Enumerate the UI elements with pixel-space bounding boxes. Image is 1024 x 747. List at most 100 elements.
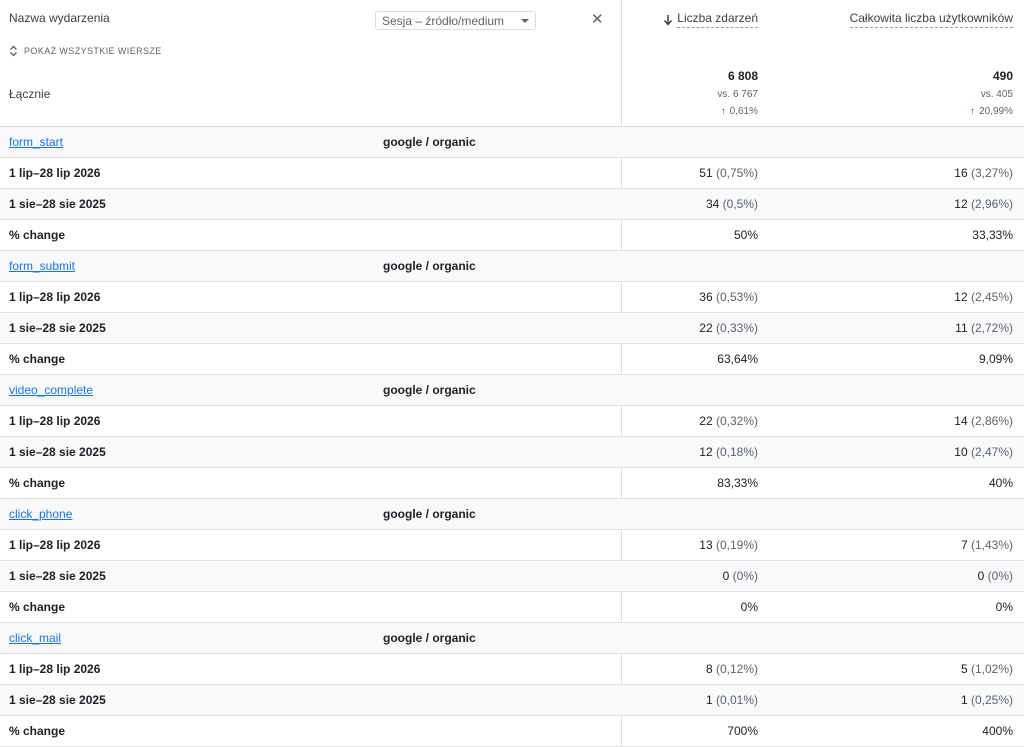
column-header-event-count[interactable]: Liczba zdarzeń [663,11,758,28]
date-range-label: 1 sie–28 sie 2025 [9,321,106,335]
date-range-label: 1 lip–28 lip 2026 [9,662,101,676]
table-row: 1 lip–28 lip 2026 36 (0,53%) 12 (2,45%) [0,282,1024,313]
users-percent: (2,45%) [970,290,1013,304]
users-value: 0 [977,569,985,583]
event-name-link[interactable]: click_phone [9,507,72,521]
event-name-link[interactable]: click_mail [9,631,61,645]
event-name-link[interactable]: form_submit [9,259,75,273]
dimension-title: Nazwa wydarzenia [9,11,110,25]
total-compare: vs. 6 767 [717,89,758,100]
table-row: 1 lip–28 lip 2026 22 (0,32%) 14 (2,86%) [0,406,1024,437]
event-count-percent: (0,33%) [715,321,758,335]
users-cell: 12 (2,96%) [954,197,1013,211]
users-percent: (2,72%) [970,321,1013,335]
users-cell: 16 (3,27%) [954,166,1013,180]
total-value: 6 808 [727,69,758,83]
users-cell: 11 (2,72%) [955,321,1013,335]
secondary-dimension-value: Sesja – źródło/medium [382,13,505,28]
date-range-label: 1 sie–28 sie 2025 [9,569,106,583]
expand-icon [10,45,17,57]
date-range-label: 1 lip–28 lip 2026 [9,290,101,304]
event-count-value: 12 [699,445,713,459]
event-count-cell: 22 (0,33%) [699,321,758,335]
users-value: 14 [954,414,968,428]
event-count-cell: 22 (0,32%) [699,414,758,428]
date-range-label: 1 lip–28 lip 2026 [9,166,101,180]
users-percent: (0,25%) [970,693,1013,707]
date-range-label: 1 sie–28 sie 2025 [9,693,106,707]
event-count-cell: 0 (0%) [723,569,758,583]
date-range-label: 1 sie–28 sie 2025 [9,197,106,211]
table-row: click_mail google / organic [0,623,1024,654]
event-count-cell: 51 (0,75%) [699,166,758,180]
arrow-up-icon: ↑ [720,106,726,117]
users-percent: (0%) [987,569,1013,583]
table-row: click_phone google / organic [0,499,1024,530]
remove-dimension-button[interactable]: ✕ [591,11,604,29]
table-row: % change 700% 400% [0,716,1024,747]
table-row: % change 50% 33,33% [0,220,1024,251]
show-all-rows-label: POKAŻ WSZYSTKIE WIERSZE [24,46,162,56]
table-header: Nazwa wydarzenia Sesja – źródło/medium ✕… [0,0,1024,127]
event-count-value: 22 [699,321,713,335]
total-change-value: 20,99% [979,106,1013,117]
event-count-value: 1 [705,693,713,707]
event-count-value: 0 [722,569,730,583]
users-value: 5 [960,662,968,676]
column-header-total-users[interactable]: Całkowita liczba użytkowników [849,11,1013,28]
table-row: 1 lip–28 lip 2026 13 (0,19%) 7 (1,43%) [0,530,1024,561]
event-count-change: 50% [733,228,758,242]
source-medium: google / organic [383,631,476,645]
event-count-percent: (0,32%) [715,414,758,428]
event-count-change: 83,33% [717,476,758,490]
event-count-percent: (0,53%) [715,290,758,304]
event-name-link[interactable]: video_complete [9,383,93,397]
total-change: ↑ 20,99% [970,106,1013,117]
event-count-cell: 1 (0,01%) [706,693,758,707]
users-percent: (2,96%) [970,197,1013,211]
users-value: 16 [954,166,968,180]
users-value: 12 [954,197,968,211]
table-row: 1 sie–28 sie 2025 1 (0,01%) 1 (0,25%) [0,685,1024,716]
total-change-value: 0,61% [729,106,758,117]
users-percent: (2,47%) [970,445,1013,459]
users-value: 12 [954,290,968,304]
event-name-link[interactable]: form_start [9,135,63,149]
users-cell: 0 (0%) [978,569,1013,583]
report-table: Nazwa wydarzenia Sesja – źródło/medium ✕… [0,0,1024,747]
table-row: 1 lip–28 lip 2026 51 (0,75%) 16 (3,27%) [0,158,1024,189]
users-cell: 5 (1,02%) [961,662,1013,676]
show-all-rows-button[interactable]: POKAŻ WSZYSTKIE WIERSZE [9,45,162,57]
table-row: % change 0% 0% [0,592,1024,623]
table-row: 1 sie–28 sie 2025 12 (0,18%) 10 (2,47%) [0,437,1024,468]
chevron-down-icon [521,18,529,23]
users-percent: (1,02%) [970,662,1013,676]
event-count-change: 700% [727,724,758,738]
table-row: video_complete google / organic [0,375,1024,406]
users-value: 1 [960,693,968,707]
date-range-label: 1 lip–28 lip 2026 [9,414,101,428]
event-count-value: 8 [705,662,713,676]
source-medium: google / organic [383,135,476,149]
change-label: % change [9,228,66,242]
users-cell: 10 (2,47%) [954,445,1013,459]
date-range-label: 1 sie–28 sie 2025 [9,445,106,459]
source-medium: google / organic [383,383,476,397]
source-medium: google / organic [383,507,476,521]
table-row: % change 83,33% 40% [0,468,1024,499]
users-percent: (2,86%) [970,414,1013,428]
table-row: 1 sie–28 sie 2025 0 (0%) 0 (0%) [0,561,1024,592]
table-row: 1 lip–28 lip 2026 8 (0,12%) 5 (1,02%) [0,654,1024,685]
event-count-cell: 13 (0,19%) [699,538,758,552]
column-label: Liczba zdarzeń [677,11,758,28]
event-count-change: 63,64% [717,352,758,366]
table-row: form_start google / organic [0,127,1024,158]
secondary-dimension-select[interactable]: Sesja – źródło/medium [375,11,536,30]
users-percent: (1,43%) [970,538,1013,552]
event-count-value: 13 [699,538,713,552]
event-count-percent: (0,75%) [715,166,758,180]
users-change: 33,33% [972,228,1013,242]
users-cell: 1 (0,25%) [961,693,1013,707]
users-change: 9,09% [978,352,1013,366]
event-count-percent: (0,18%) [715,445,758,459]
